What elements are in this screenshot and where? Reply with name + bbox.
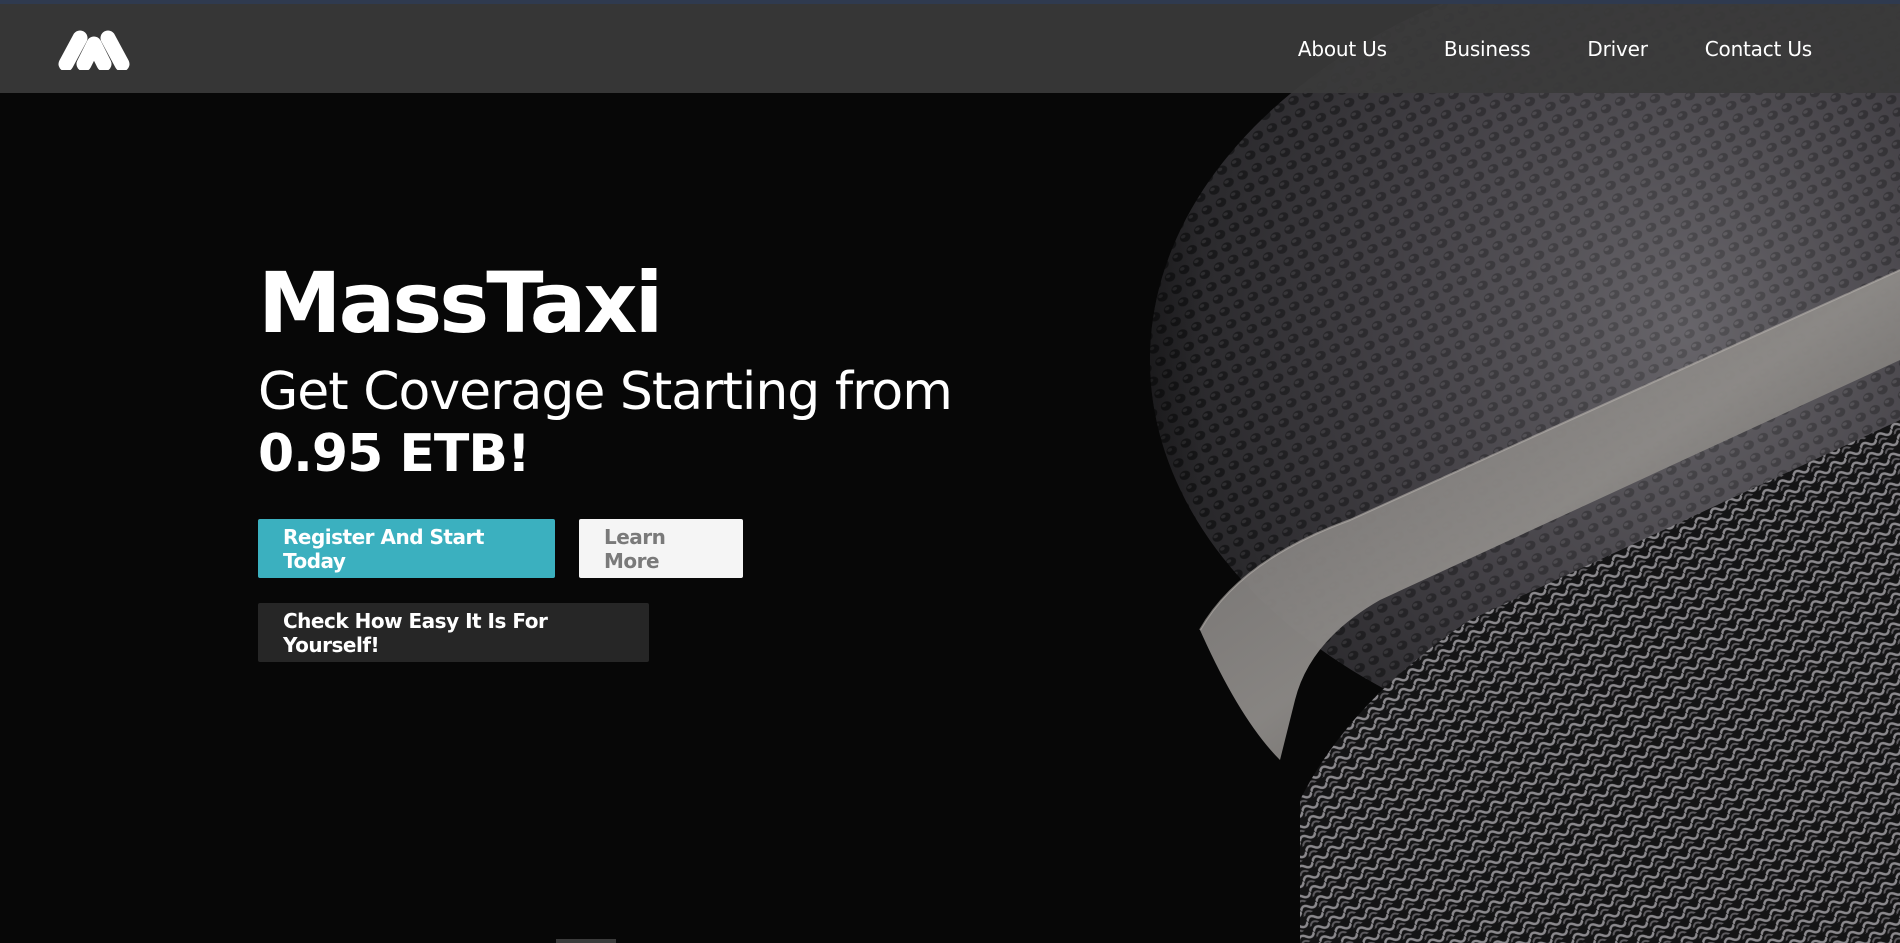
check-how-easy-button[interactable]: Check How Easy It Is For Yourself! — [258, 603, 649, 662]
hero-photo — [1050, 0, 1900, 943]
learn-more-button[interactable]: Learn More — [579, 519, 743, 578]
register-button[interactable]: Register And Start Today — [258, 519, 555, 578]
hero-section: MassTaxi Get Coverage Starting from 0.95… — [258, 254, 953, 662]
nav-link-business[interactable]: Business — [1444, 37, 1531, 61]
nav-link-driver[interactable]: Driver — [1587, 37, 1648, 61]
scrollbar-thumb[interactable] — [556, 939, 616, 943]
nav-link-about-us[interactable]: About Us — [1298, 37, 1387, 61]
hero-button-row: Register And Start Today Learn More — [258, 519, 952, 578]
masstaxi-logo-icon[interactable] — [58, 30, 132, 72]
hero-tagline: Get Coverage Starting from — [258, 362, 953, 422]
window-top-border — [0, 0, 1900, 4]
nav-link-contact-us[interactable]: Contact Us — [1705, 37, 1812, 61]
navbar: About Us Business Driver Contact Us — [0, 4, 1900, 93]
hero-title: MassTaxi — [258, 254, 663, 352]
microphone-grille-image — [1050, 0, 1900, 943]
nav-links: About Us Business Driver Contact Us — [1298, 4, 1812, 93]
hero-price: 0.95 ETB! — [258, 424, 531, 484]
